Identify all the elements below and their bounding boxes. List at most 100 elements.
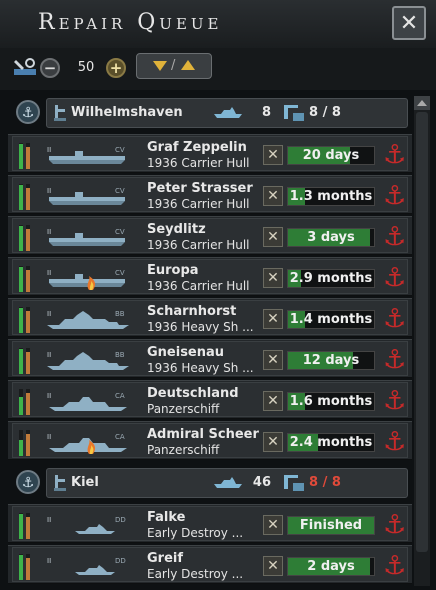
sort-button[interactable]: /	[136, 53, 212, 79]
repair-row[interactable]: II CV Graf Zeppelin 1936 Carrier Hull ✕ 20 da…	[8, 134, 412, 173]
ship-name: Peter Strasser	[147, 181, 253, 196]
repair-row[interactable]: II CA Admiral Scheer Panzerschiff ✕ 2.4 month…	[8, 421, 412, 460]
organization-fill	[26, 187, 30, 210]
anchor-icon[interactable]: ⚓	[383, 387, 406, 415]
repair-row[interactable]: II CV Seydlitz 1936 Carrier Hull ✕ 3 days ⚓	[8, 216, 412, 255]
ship-class: Panzerschiff	[147, 402, 220, 416]
anchor-icon[interactable]: ⚓	[383, 264, 406, 292]
cancel-repair-button[interactable]: ✕	[263, 432, 283, 452]
ship-name: Greif	[147, 551, 184, 566]
cancel-repair-button[interactable]: ✕	[263, 309, 283, 329]
ship-name: Scharnhorst	[147, 304, 237, 319]
close-button[interactable]: ✕	[392, 6, 426, 40]
repair-time: 2.9 months	[289, 271, 373, 286]
anchor-icon[interactable]: ⚓	[383, 511, 406, 539]
svg-text:II: II	[47, 516, 51, 524]
anchor-icon[interactable]: ⚓	[383, 305, 406, 333]
ship-silhouette-icon: II CV	[47, 228, 125, 246]
repair-time: 1.3 months	[289, 189, 373, 204]
svg-text:CV: CV	[115, 269, 125, 277]
repair-row[interactable]: II CA Deutschland Panzerschiff ✕ 1.6 months ⚓	[8, 380, 412, 419]
ship-class: 1936 Heavy Sh ...	[147, 361, 254, 375]
anchor-icon[interactable]: ⚓	[383, 182, 406, 210]
cancel-repair-button[interactable]: ✕	[263, 391, 283, 411]
port-group-header[interactable]: ⚓ Kiel 46 8 / 8	[8, 466, 412, 500]
repair-row[interactable]: II CV Peter Strasser 1936 Carrier Hull ✕ 1.3 …	[8, 175, 412, 214]
cancel-repair-button[interactable]: ✕	[263, 515, 283, 535]
organization-bar	[26, 430, 30, 456]
organization-bar	[26, 389, 30, 415]
ship-silhouette-icon: II CA	[47, 433, 127, 454]
svg-text:DD: DD	[115, 516, 126, 524]
anchor-icon[interactable]: ⚓	[383, 346, 406, 374]
cancel-repair-button[interactable]: ✕	[263, 227, 283, 247]
repair-progress: 1.6 months	[287, 392, 375, 411]
repair-time: 3 days	[307, 230, 355, 245]
organization-fill	[26, 557, 30, 580]
dockyards-count: 8 / 8	[309, 105, 341, 120]
organization-fill	[26, 433, 30, 456]
ship-silhouette-icon: II CA	[47, 392, 127, 411]
repair-progress: 2.9 months	[287, 269, 375, 288]
port-group-header[interactable]: ⚓ Wilhelmshaven 8 8 / 8	[8, 96, 412, 130]
repair-time: 20 days	[302, 148, 360, 163]
scroll-thumb[interactable]	[416, 112, 428, 552]
cancel-repair-button[interactable]: ✕	[263, 145, 283, 165]
increase-button[interactable]: +	[106, 58, 126, 78]
repair-row[interactable]: II CV Europa 1936 Carrier Hull ✕ 2.9 months ⚓	[8, 257, 412, 296]
organization-bar	[26, 143, 30, 169]
anchor-icon[interactable]: ⚓	[383, 428, 406, 456]
strength-bar	[19, 389, 23, 415]
svg-text:DD: DD	[115, 557, 126, 565]
organization-bar	[26, 348, 30, 374]
cancel-repair-button[interactable]: ✕	[263, 350, 283, 370]
organization-fill	[26, 269, 30, 292]
svg-text:II: II	[47, 187, 51, 195]
strength-fill	[19, 514, 23, 539]
strength-bar	[19, 307, 23, 333]
repair-row[interactable]: II DD Falke Early Destroy ... ✕ Finished ⚓	[8, 504, 412, 543]
repair-progress: 3 days	[287, 228, 375, 247]
anchor-icon[interactable]: ⚓	[16, 100, 40, 124]
ship-name: Europa	[147, 263, 199, 278]
anchor-icon[interactable]: ⚓	[383, 552, 406, 580]
organization-bar	[26, 554, 30, 580]
port-icon	[54, 105, 66, 121]
strength-fill	[19, 396, 23, 415]
repair-row[interactable]: II BB Gneisenau 1936 Heavy Sh ... ✕ 12 days ⚓	[8, 339, 412, 378]
cancel-repair-button[interactable]: ✕	[263, 186, 283, 206]
ship-name: Gneisenau	[147, 345, 225, 360]
strength-fill	[19, 185, 23, 210]
repair-row-body: II CV Europa 1936 Carrier Hull ✕ 2.9 months ⚓	[12, 259, 408, 294]
repair-row-body: II CA Admiral Scheer Panzerschiff ✕ 2.4 month…	[12, 423, 408, 458]
organization-fill	[26, 228, 30, 251]
strength-bar	[19, 430, 23, 456]
repair-progress: 1.4 months	[287, 310, 375, 329]
cancel-repair-button[interactable]: ✕	[263, 556, 283, 576]
repair-row-body: II DD Greif Early Destroy ... ✕ 2 days ⚓	[12, 547, 408, 582]
repair-row[interactable]: II BB Scharnhorst 1936 Heavy Sh ... ✕ 1.4 mon…	[8, 298, 412, 337]
decrease-button[interactable]: −	[40, 58, 60, 78]
cancel-repair-button[interactable]: ✕	[263, 268, 283, 288]
scrollbar[interactable]	[414, 96, 430, 586]
svg-text:II: II	[47, 269, 51, 277]
strength-bar	[19, 184, 23, 210]
anchor-icon[interactable]: ⚓	[383, 141, 406, 169]
anchor-icon[interactable]: ⚓	[16, 470, 40, 494]
repair-row[interactable]: II DD Greif Early Destroy ... ✕ 2 days ⚓	[8, 545, 412, 584]
ship-class: 1936 Carrier Hull	[147, 238, 250, 252]
window-titlebar: Repair Queue ✕	[0, 0, 436, 49]
organization-bar	[26, 266, 30, 292]
anchor-icon[interactable]: ⚓	[383, 223, 406, 251]
svg-text:BB: BB	[115, 351, 125, 359]
ship-class: 1936 Carrier Hull	[147, 279, 250, 293]
wrench-icon	[14, 58, 36, 75]
ship-class: 1936 Carrier Hull	[147, 156, 250, 170]
ship-class: 1936 Carrier Hull	[147, 197, 250, 211]
svg-text:CV: CV	[115, 187, 125, 195]
scroll-up-button[interactable]	[414, 96, 430, 110]
strength-fill	[19, 440, 23, 456]
chevron-up-icon	[417, 100, 427, 106]
strength-bar	[19, 513, 23, 539]
strength-fill	[19, 267, 23, 292]
